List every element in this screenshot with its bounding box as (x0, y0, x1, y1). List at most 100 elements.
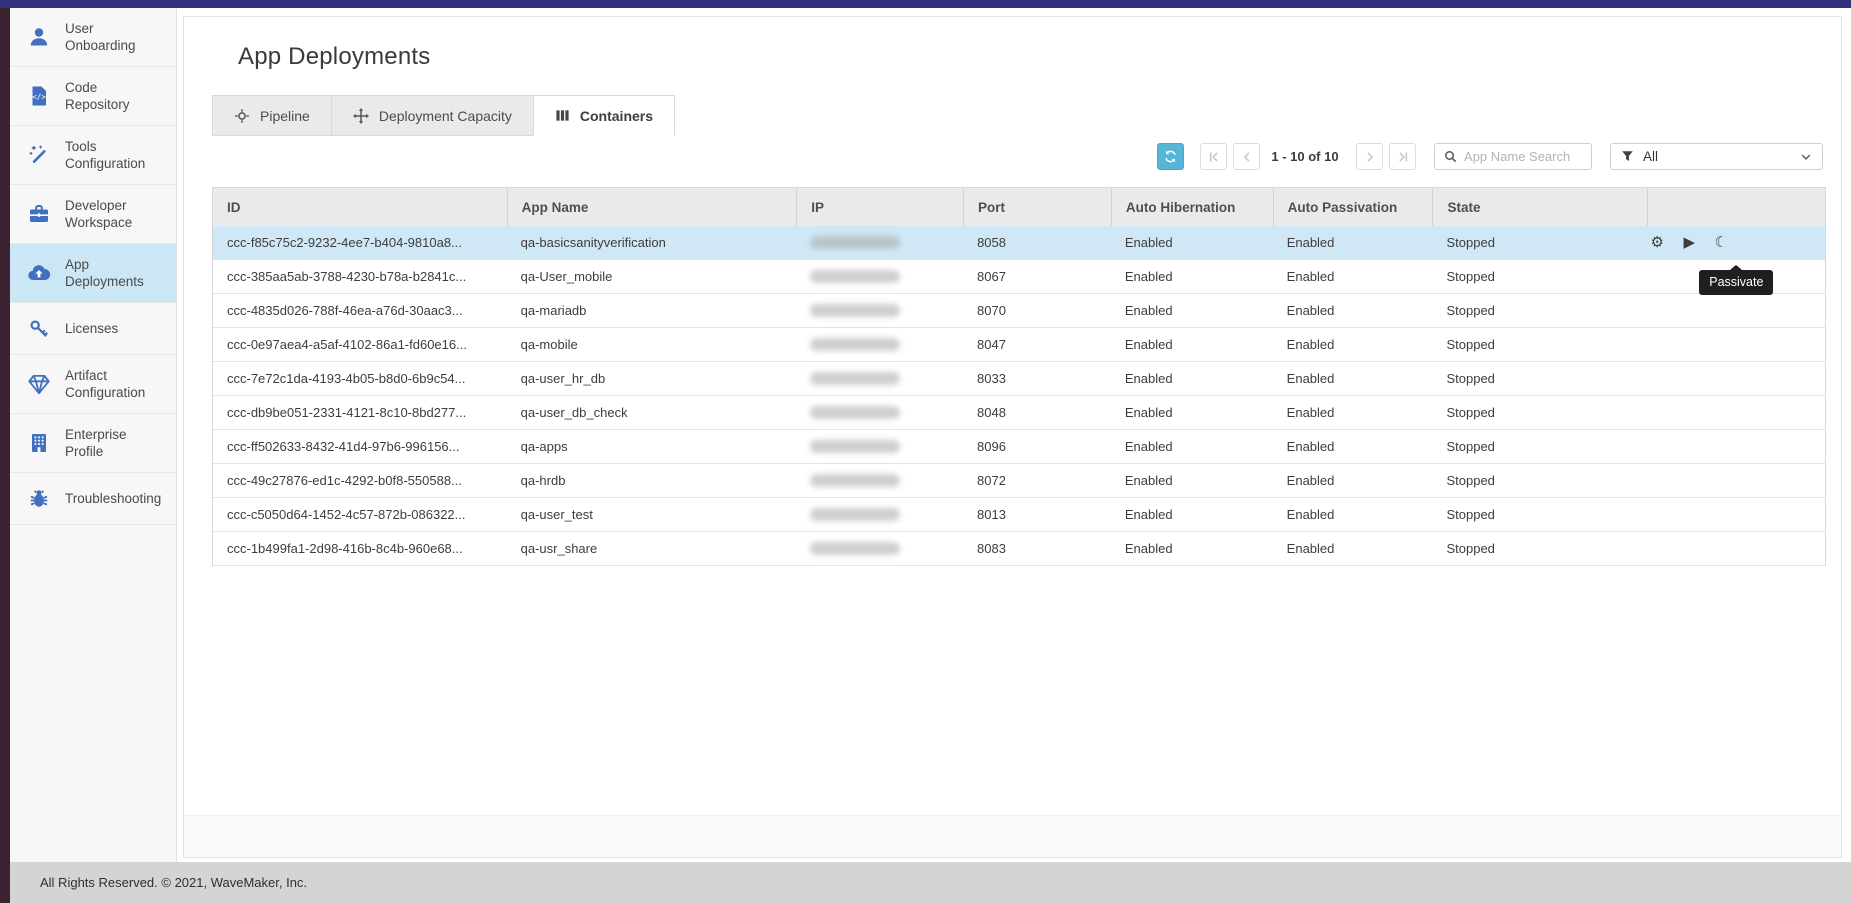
sidebar-item-label: DeveloperWorkspace (65, 197, 132, 231)
play-icon[interactable]: ▶ (1681, 235, 1697, 251)
table-row[interactable]: ccc-1b499fa1-2d98-416b-8c4b-960e68... qa… (213, 532, 1825, 566)
cell-app-name: qa-usr_share (507, 532, 797, 565)
cell-auto-passivation: Enabled (1273, 498, 1433, 531)
cell-app-name: qa-basicsanityverification (507, 226, 797, 259)
chevron-left-icon (1240, 150, 1254, 164)
table-row[interactable]: ccc-4835d026-788f-46ea-a76d-30aac3... qa… (213, 294, 1825, 328)
column-header-auto-hibernation: Auto Hibernation (1111, 188, 1273, 226)
cell-auto-hibernation: Enabled (1111, 430, 1273, 463)
cell-ip (796, 328, 963, 361)
cell-port: 8072 (963, 464, 1111, 497)
column-header-id: ID (213, 188, 507, 226)
sidebar-item-label: ToolsConfiguration (65, 138, 145, 172)
sidebar-item-label: CodeRepository (65, 79, 130, 113)
column-header-ip: IP (796, 188, 963, 226)
cell-auto-hibernation: Enabled (1111, 260, 1273, 293)
table-row[interactable]: ccc-db9be051-2331-4121-8c10-8bd277... qa… (213, 396, 1825, 430)
cell-app-name: qa-apps (507, 430, 797, 463)
cell-id: ccc-f85c75c2-9232-4ee7-b404-9810a8... (213, 226, 507, 259)
previous-page-button[interactable] (1233, 143, 1260, 170)
column-header-app-name: App Name (507, 188, 797, 226)
cell-port: 8070 (963, 294, 1111, 327)
sidebar-item-app-deployments[interactable]: AppDeployments (10, 244, 176, 303)
sidebar: UserOnboarding </> CodeRepository ToolsC… (10, 8, 177, 862)
cell-auto-passivation: Enabled (1273, 328, 1433, 361)
cell-actions (1647, 328, 1825, 361)
tab-pipeline[interactable]: Pipeline (212, 95, 332, 136)
table-header-row: ID App Name IP Port Auto Hibernation Aut… (213, 188, 1825, 226)
next-page-button[interactable] (1356, 143, 1383, 170)
cell-port: 8083 (963, 532, 1111, 565)
sidebar-item-code-repository[interactable]: </> CodeRepository (10, 67, 176, 126)
sidebar-item-troubleshooting[interactable]: Troubleshooting (10, 473, 176, 525)
table-row[interactable]: ccc-49c27876-ed1c-4292-b0f8-550588... qa… (213, 464, 1825, 498)
cell-id: ccc-1b499fa1-2d98-416b-8c4b-960e68... (213, 532, 507, 565)
cell-port: 8013 (963, 498, 1111, 531)
sidebar-item-user-onboarding[interactable]: UserOnboarding (10, 8, 176, 67)
table-row[interactable]: ccc-ff502633-8432-41d4-97b6-996156... qa… (213, 430, 1825, 464)
redacted-ip-value (810, 372, 900, 385)
sidebar-item-label: Licenses (65, 320, 118, 337)
filter-dropdown[interactable]: All (1610, 143, 1823, 170)
redacted-ip-value (810, 406, 900, 419)
table-row[interactable]: ccc-f85c75c2-9232-4ee7-b404-9810a8... qa… (213, 226, 1825, 260)
column-header-auto-passivation: Auto Passivation (1273, 188, 1433, 226)
table-row[interactable]: ccc-0e97aea4-a5af-4102-86a1-fd60e16... q… (213, 328, 1825, 362)
cell-app-name: qa-hrdb (507, 464, 797, 497)
sidebar-item-artifact-configuration[interactable]: ArtifactConfiguration (10, 355, 176, 414)
sidebar-item-enterprise-profile[interactable]: Enterprise Profile (10, 414, 176, 473)
chevron-right-icon (1363, 150, 1377, 164)
cell-port: 8047 (963, 328, 1111, 361)
sidebar-item-tools-configuration[interactable]: ToolsConfiguration (10, 126, 176, 185)
cell-actions (1647, 532, 1825, 565)
last-page-button[interactable] (1389, 143, 1416, 170)
sidebar-item-licenses[interactable]: Licenses (10, 303, 176, 355)
pagination-range-label: 1 - 10 of 10 (1266, 149, 1344, 164)
moon-icon[interactable]: ☾ (1713, 235, 1729, 251)
refresh-button[interactable] (1157, 143, 1184, 170)
main-content-card: App Deployments Pipeline Deployment Capa… (183, 16, 1842, 858)
search-icon (1444, 150, 1457, 163)
cell-id: ccc-7e72c1da-4193-4b05-b8d0-6b9c54... (213, 362, 507, 395)
cell-port: 8096 (963, 430, 1111, 463)
cell-id: ccc-ff502633-8432-41d4-97b6-996156... (213, 430, 507, 463)
table-row[interactable]: ccc-7e72c1da-4193-4b05-b8d0-6b9c54... qa… (213, 362, 1825, 396)
cell-auto-hibernation: Enabled (1111, 328, 1273, 361)
refresh-icon (1163, 149, 1178, 164)
tab-deployment-capacity[interactable]: Deployment Capacity (331, 95, 534, 136)
cell-id: ccc-385aa5ab-3788-4230-b78a-b2841c... (213, 260, 507, 293)
cell-auto-hibernation: Enabled (1111, 532, 1273, 565)
table-row[interactable]: ccc-c5050d64-1452-4c57-872b-086322... qa… (213, 498, 1825, 532)
user-icon (25, 24, 52, 51)
tab-containers[interactable]: Containers (533, 95, 675, 136)
gear-icon[interactable]: ⚙ (1649, 235, 1665, 251)
cell-ip (796, 498, 963, 531)
cell-auto-hibernation: Enabled (1111, 226, 1273, 259)
redacted-ip-value (810, 508, 900, 521)
cell-id: ccc-c5050d64-1452-4c57-872b-086322... (213, 498, 507, 531)
redacted-ip-value (810, 474, 900, 487)
cell-actions (1647, 498, 1825, 531)
column-header-port: Port (963, 188, 1111, 226)
cell-auto-passivation: Enabled (1273, 532, 1433, 565)
cell-state: Stopped (1432, 362, 1647, 395)
left-edge-strip (0, 8, 10, 903)
table-row[interactable]: ccc-385aa5ab-3788-4230-b78a-b2841c... qa… (213, 260, 1825, 294)
cell-ip (796, 226, 963, 259)
redacted-ip-value (810, 236, 900, 249)
sidebar-item-developer-workspace[interactable]: DeveloperWorkspace (10, 185, 176, 244)
cell-auto-passivation: Enabled (1273, 294, 1433, 327)
building-icon (25, 430, 52, 457)
first-page-button[interactable] (1200, 143, 1227, 170)
cell-actions (1647, 396, 1825, 429)
page-footer: All Rights Reserved. © 2021, WaveMaker, … (10, 862, 1851, 903)
crosshair-icon (234, 108, 250, 124)
table-body: ccc-f85c75c2-9232-4ee7-b404-9810a8... qa… (213, 226, 1825, 566)
code-file-icon: </> (25, 83, 52, 110)
filter-funnel-icon (1621, 150, 1634, 163)
cell-actions (1647, 430, 1825, 463)
cell-port: 8058 (963, 226, 1111, 259)
cell-state: Stopped (1432, 294, 1647, 327)
cell-auto-hibernation: Enabled (1111, 362, 1273, 395)
search-input[interactable] (1464, 149, 1582, 164)
